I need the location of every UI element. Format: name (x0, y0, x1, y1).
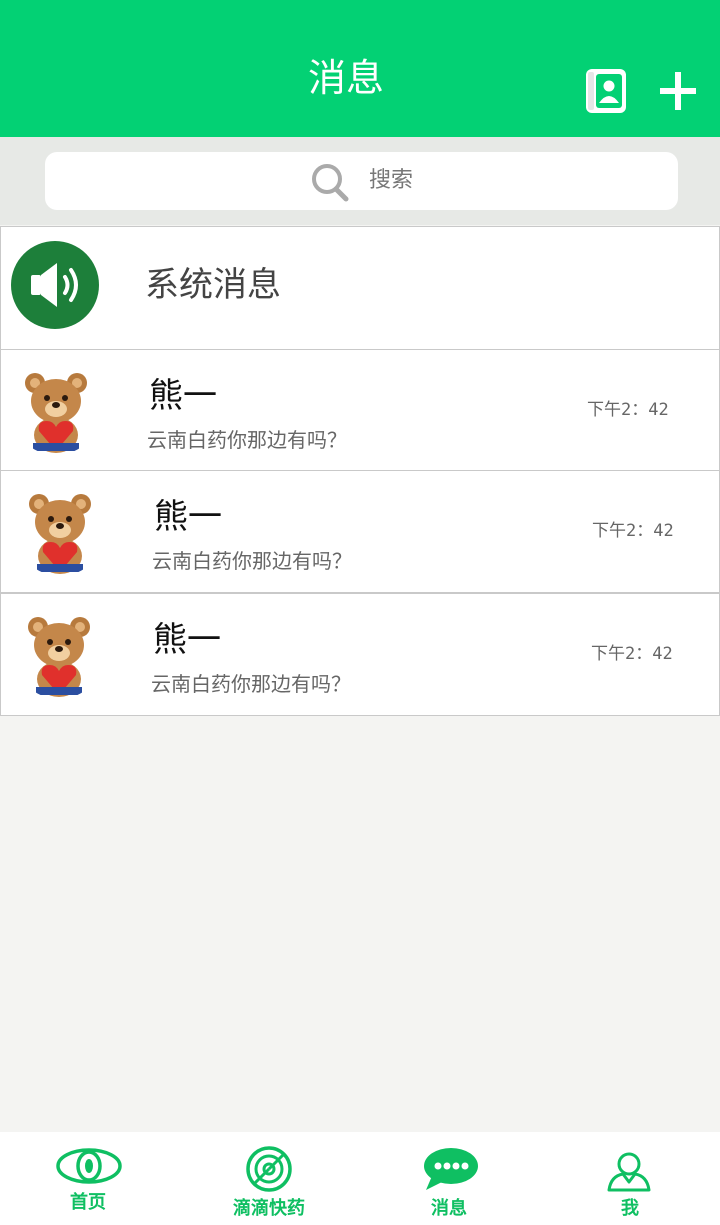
tab-home-label: 首页 (70, 1192, 106, 1213)
message-preview: 云南白药你那边有吗？ (151, 672, 351, 696)
teddy-bear-icon (25, 373, 87, 453)
tab-quick-medicine-label: 滴滴快药 (233, 1198, 305, 1219)
contact-name: 熊一 (153, 620, 221, 660)
message-time: 下午2：42 (592, 521, 674, 541)
message-row[interactable]: 熊一 云南白药你那边有吗？ 下午2：42 (0, 470, 720, 593)
contact-name: 熊一 (149, 376, 217, 416)
teddy-bear-icon (28, 617, 90, 697)
tab-quick-medicine[interactable]: 滴滴快药 (219, 1132, 319, 1225)
tab-home[interactable]: 首页 (38, 1132, 138, 1225)
plus-icon (660, 72, 696, 110)
tab-messages-label: 消息 (431, 1198, 467, 1219)
message-time: 下午2：42 (591, 644, 673, 664)
app-header: 消息 (0, 0, 720, 137)
bottom-tab-bar: 首页 滴滴快药 消息 我 (0, 1132, 720, 1225)
contacts-button[interactable] (584, 66, 628, 116)
eye-icon (56, 1148, 122, 1184)
radar-icon (246, 1146, 292, 1192)
search-bar: 搜索 (0, 137, 720, 225)
avatar (15, 486, 105, 576)
message-preview: 云南白药你那边有吗？ (147, 428, 347, 452)
contacts-icon (586, 69, 626, 113)
tab-me-label: 我 (621, 1198, 639, 1219)
message-row[interactable]: 熊一 云南白药你那边有吗？ 下午2：42 (0, 593, 720, 716)
system-messages-row[interactable]: 系统消息 (0, 226, 720, 350)
contact-name: 熊一 (154, 497, 222, 537)
avatar (14, 609, 104, 699)
search-icon (312, 164, 349, 202)
person-icon (607, 1152, 651, 1192)
add-button[interactable] (656, 66, 702, 116)
system-avatar (11, 241, 99, 329)
tab-me[interactable]: 我 (580, 1132, 680, 1225)
chat-bubble-icon (424, 1148, 478, 1190)
system-messages-label: 系统消息 (145, 265, 281, 305)
search-input[interactable]: 搜索 (45, 152, 678, 210)
speaker-icon (31, 263, 78, 307)
message-time: 下午2：42 (587, 400, 669, 420)
avatar (11, 365, 101, 455)
teddy-bear-icon (29, 494, 91, 574)
tab-messages[interactable]: 消息 (399, 1132, 499, 1225)
message-preview: 云南白药你那边有吗？ (152, 549, 352, 573)
search-placeholder: 搜索 (369, 168, 414, 193)
message-row[interactable]: 熊一 云南白药你那边有吗？ 下午2：42 (0, 349, 720, 472)
